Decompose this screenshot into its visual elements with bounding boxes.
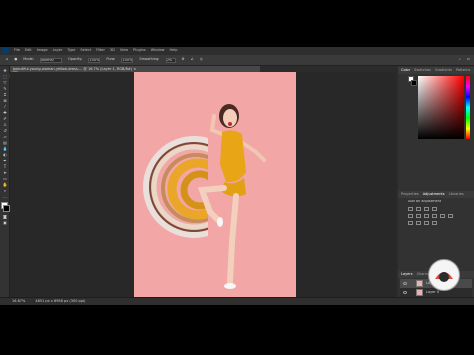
layer-name: Layer 0 <box>426 290 440 294</box>
menu-select[interactable]: Select <box>80 49 91 53</box>
more-tools-icon[interactable]: … <box>2 194 8 199</box>
tools-panel: ✥ ⬚ ➰ ✎ ⌗ ⊠ ⁄ ✚ ✐ ♙ ↺ ▱ ▤ 💧 ◐ ✒ T ➤ ▭ ✋ … <box>0 66 10 297</box>
properties-panel-tabs: Properties Adjustments Libraries <box>398 191 474 198</box>
lasso-tool-icon[interactable]: ➰ <box>2 80 8 85</box>
menu-plugins[interactable]: Plugins <box>133 49 146 53</box>
color-panel-tabs: Color Swatches Gradients Patterns <box>398 67 474 74</box>
background-color-swatch[interactable] <box>3 205 10 212</box>
threshold-icon[interactable] <box>424 221 429 225</box>
color-picker-field[interactable] <box>418 76 464 139</box>
gradient-tool-icon[interactable]: ▤ <box>2 140 8 145</box>
menu-window[interactable]: Window <box>151 49 165 53</box>
menu-image[interactable]: Image <box>37 49 48 53</box>
photo-filter-icon[interactable] <box>440 214 445 218</box>
exposure-icon[interactable] <box>432 207 437 211</box>
hue-saturation-icon[interactable] <box>416 214 421 218</box>
quick-mask-icon[interactable]: ◙ <box>2 214 8 219</box>
avatar-logo-icon <box>430 261 458 289</box>
crop-tool-icon[interactable]: ⌗ <box>2 92 8 97</box>
layer-thumbnail <box>416 280 423 287</box>
hue-slider[interactable] <box>466 76 470 139</box>
path-select-tool-icon[interactable]: ➤ <box>2 170 8 175</box>
menu-3d[interactable]: 3D <box>110 49 115 53</box>
blur-tool-icon[interactable]: 💧 <box>2 146 8 151</box>
photo-artwork <box>134 72 296 299</box>
search-icon[interactable]: ⌕ <box>459 58 461 62</box>
tab-properties[interactable]: Properties <box>401 192 419 197</box>
marquee-tool-icon[interactable]: ⬚ <box>2 74 8 79</box>
hand-tool-icon[interactable]: ✋ <box>2 182 8 187</box>
zoom-tool-icon[interactable]: ⌕ <box>2 188 8 193</box>
brightness-icon[interactable] <box>408 207 413 211</box>
menu-layer[interactable]: Layer <box>53 49 63 53</box>
photoshop-logo-icon <box>2 48 9 54</box>
layer-thumbnail <box>416 289 423 296</box>
brush-tool-icon[interactable]: ✐ <box>2 116 8 121</box>
menu-edit[interactable]: Edit <box>25 49 32 53</box>
menu-type[interactable]: Type <box>67 49 75 53</box>
eyedropper-tool-icon[interactable]: ⁄ <box>2 104 8 109</box>
channel-mixer-icon[interactable] <box>448 214 453 218</box>
black-white-icon[interactable] <box>432 214 437 218</box>
tab-adjustments[interactable]: Adjustments <box>423 192 445 197</box>
bg-color-chip[interactable] <box>411 80 417 86</box>
tab-swatches[interactable]: Swatches <box>414 68 431 73</box>
clone-stamp-tool-icon[interactable]: ♙ <box>2 122 8 127</box>
smoothing-field[interactable]: 0% <box>165 57 176 63</box>
opacity-field[interactable]: 100% <box>88 57 101 63</box>
angle-icon[interactable]: ∠ <box>191 58 194 62</box>
workspace-icon[interactable]: ▭ <box>467 58 470 62</box>
eye-icon[interactable] <box>403 282 407 285</box>
menu-file[interactable]: File <box>14 49 20 53</box>
eye-icon[interactable] <box>403 291 407 294</box>
vibrance-icon[interactable] <box>408 214 413 218</box>
pen-tool-icon[interactable]: ✒ <box>2 158 8 163</box>
move-tool-icon[interactable]: ✥ <box>2 68 8 73</box>
tab-patterns[interactable]: Patterns <box>456 68 470 73</box>
color-balance-icon[interactable] <box>424 214 429 218</box>
document-info[interactable]: 4851 px x 6958 px (300 ppi) <box>35 299 85 304</box>
menu-help[interactable]: Help <box>170 49 178 53</box>
history-brush-tool-icon[interactable]: ↺ <box>2 128 8 133</box>
invert-icon[interactable] <box>408 221 413 225</box>
opacity-label: Opacity: <box>68 57 83 62</box>
tab-color[interactable]: Color <box>401 68 410 73</box>
mode-select[interactable]: Normal <box>40 57 63 63</box>
adjustments-label: Add an adjustment <box>408 200 442 203</box>
menu-bar: File Edit Image Layer Type Select Filter… <box>0 47 474 55</box>
gear-icon[interactable]: ⚙ <box>182 58 185 62</box>
document-canvas[interactable] <box>134 72 296 299</box>
shape-tool-icon[interactable]: ▭ <box>2 176 8 181</box>
options-bar: ⌂ ● Mode: Normal Opacity: 100% Flow: 100… <box>0 55 474 66</box>
curves-icon[interactable] <box>424 207 429 211</box>
posterize-icon[interactable] <box>416 221 421 225</box>
zoom-level[interactable]: 16.67% <box>12 299 25 304</box>
avatar <box>428 259 460 291</box>
menu-filter[interactable]: Filter <box>96 49 105 53</box>
type-tool-icon[interactable]: T <box>2 164 8 169</box>
flow-label: Flow: <box>106 57 116 62</box>
brush-preset-icon[interactable]: ● <box>14 58 17 62</box>
tab-gradients[interactable]: Gradients <box>435 68 452 73</box>
tab-libraries[interactable]: Libraries <box>449 192 464 197</box>
flow-field[interactable]: 100% <box>121 57 134 63</box>
levels-icon[interactable] <box>416 207 421 211</box>
frame-tool-icon[interactable]: ⊠ <box>2 98 8 103</box>
healing-brush-tool-icon[interactable]: ✚ <box>2 110 8 115</box>
eraser-tool-icon[interactable]: ▱ <box>2 134 8 139</box>
smoothing-label: Smoothing: <box>139 57 160 62</box>
home-icon[interactable]: ⌂ <box>6 58 8 62</box>
quick-select-tool-icon[interactable]: ✎ <box>2 86 8 91</box>
photoshop-window: File Edit Image Layer Type Select Filter… <box>0 47 474 305</box>
menu-view[interactable]: View <box>120 49 128 53</box>
dodge-tool-icon[interactable]: ◐ <box>2 152 8 157</box>
mode-label: Mode: <box>23 57 35 62</box>
tab-layers[interactable]: Layers <box>401 272 413 277</box>
pressure-icon[interactable]: ◎ <box>200 58 203 62</box>
gradient-map-icon[interactable] <box>432 221 437 225</box>
status-bar: 16.67% 4851 px x 6958 px (300 ppi) <box>0 297 474 305</box>
canvas-area[interactable] <box>10 72 396 299</box>
screen-mode-icon[interactable]: ▣ <box>2 220 8 225</box>
